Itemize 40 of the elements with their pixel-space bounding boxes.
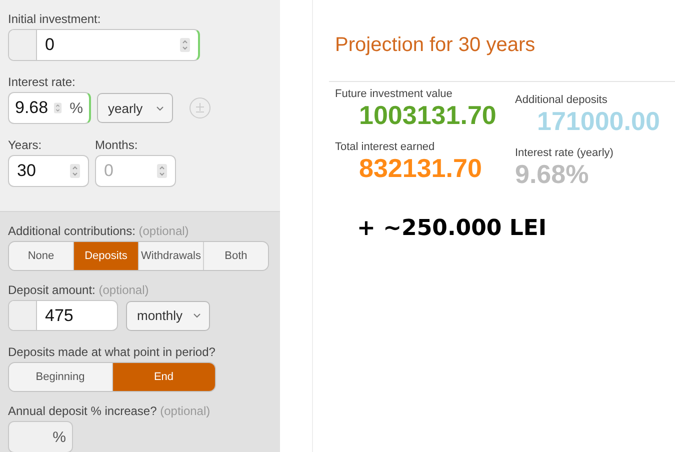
caret-icon [193, 313, 201, 318]
field-label: Deposit amount: (optional) [8, 283, 150, 297]
stat-value: 171000.00 [537, 106, 661, 137]
field-label: Deposits made at what point in period? [8, 345, 216, 359]
input-field[interactable]: 475 [8, 300, 118, 331]
spinner-icon[interactable] [54, 101, 62, 115]
contribution-option[interactable]: Both [204, 242, 268, 270]
spinner-icon[interactable] [70, 164, 80, 178]
stat-label: Interest rate (yearly) [515, 147, 614, 159]
field-label: Initial investment: [8, 12, 102, 26]
field-label: Years: [8, 138, 43, 152]
input-field[interactable]: % [8, 421, 73, 452]
field-label: Interest rate: [8, 75, 76, 89]
stat-value: 9.68% [515, 159, 590, 190]
field-label: Additional contributions: (optional) [8, 224, 190, 238]
annotation-text: + ~250.000 LEI [357, 216, 548, 241]
period-dropdown[interactable]: yearly [97, 93, 173, 123]
stat-label: Total interest earned [335, 141, 436, 153]
caret-icon [156, 106, 164, 110]
contribution-option[interactable]: Deposits [74, 242, 139, 270]
unit-label: % [70, 100, 84, 116]
spinner-icon[interactable] [157, 164, 167, 178]
spinner-icon[interactable] [180, 38, 190, 52]
input-field[interactable]: 9.68 % [8, 92, 91, 124]
contribution-option[interactable]: None [9, 242, 74, 270]
timing-option[interactable]: End [112, 363, 215, 391]
field-label: Months: [95, 138, 139, 152]
input-field[interactable]: 0 [8, 29, 200, 61]
unit-label: % [52, 428, 67, 446]
projection-title: Projection for 30 years [335, 34, 536, 57]
field-label: Annual deposit % increase? (optional) [8, 404, 212, 418]
stat-label: Future investment value [335, 88, 454, 100]
stat-value: 1003131.70 [359, 100, 498, 131]
period-dropdown[interactable]: monthly [126, 300, 210, 330]
stat-label: Additional deposits [515, 94, 608, 106]
add-icon[interactable] [189, 97, 211, 119]
input-field[interactable]: 30 [8, 155, 89, 187]
stat-value: 832131.70 [359, 153, 483, 184]
contribution-option[interactable]: Withdrawals [139, 242, 204, 270]
timing-option[interactable]: Beginning [9, 363, 112, 391]
